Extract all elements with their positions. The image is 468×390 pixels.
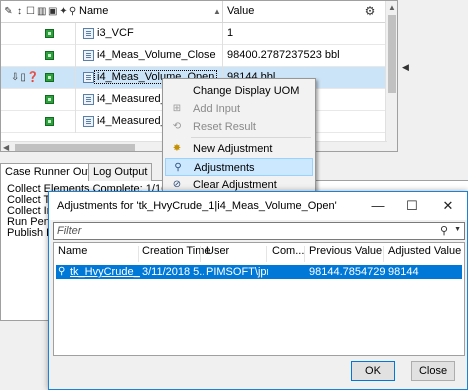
row-adjusted-value: 98144 xyxy=(388,266,419,278)
table-icon[interactable]: ▥ xyxy=(37,6,46,17)
side-panel: ◀ xyxy=(398,0,468,152)
column-header-previous-value[interactable]: Previous Value xyxy=(309,245,382,263)
chevron-down-icon[interactable]: ▼ xyxy=(454,226,461,233)
attribute-icon xyxy=(83,72,94,83)
gear-small-icon[interactable]: ✦ xyxy=(59,6,68,17)
menu-item-new-adjustment[interactable]: ✸ New Adjustment xyxy=(165,140,313,158)
row-user: PIMSOFT\jpra xyxy=(206,266,268,278)
row-name: i3_VCF xyxy=(97,27,134,39)
column-divider xyxy=(138,246,139,262)
filter-placeholder: Filter xyxy=(57,225,82,237)
filter-input[interactable]: Filter ⚲ ▼ xyxy=(53,222,465,240)
row-value: 1 xyxy=(227,27,234,39)
menu-item-reset-result[interactable]: ⟲ Reset Result xyxy=(165,118,313,136)
minimize-button[interactable]: — xyxy=(361,192,395,220)
row-value: 98400.2787237523 bbl xyxy=(227,49,340,61)
element-icon xyxy=(45,29,54,38)
menu-item-label: Adjustments xyxy=(194,162,255,174)
column-divider xyxy=(304,246,305,262)
menu-item-add-input[interactable]: ⊞ Add Input xyxy=(165,100,313,118)
collapse-arrow-icon[interactable]: ◀ xyxy=(402,62,409,73)
dialog-title-bar[interactable]: Adjustments for 'tk_HvyCrude_1|i4_Meas_V… xyxy=(49,192,467,220)
new-adjustment-icon: ✸ xyxy=(172,143,182,154)
grid-row[interactable]: i3_VCF 1 xyxy=(1,23,387,45)
clear-adjustment-icon: ⊘ xyxy=(172,179,182,190)
row-status-icons: ⇩▯❓ xyxy=(11,72,41,83)
column-header-name[interactable]: Name xyxy=(58,245,87,263)
adjustment-icon: ⚲ xyxy=(58,266,66,277)
row-name: i4_Meas_Volume_Close xyxy=(97,49,216,61)
close-window-button[interactable]: ✕ xyxy=(431,192,465,220)
adjustments-dialog: Adjustments for 'tk_HvyCrude_1|i4_Meas_V… xyxy=(48,191,468,390)
close-button[interactable]: Close xyxy=(411,361,455,381)
menu-item-label: Change Display UOM xyxy=(193,85,300,97)
attribute-icon xyxy=(83,94,94,105)
row-divider xyxy=(75,111,76,133)
menu-separator xyxy=(191,137,311,138)
element-icon xyxy=(45,51,54,60)
pencil-icon[interactable]: ✎ xyxy=(4,6,13,17)
element-icon xyxy=(45,117,54,126)
scroll-left-icon[interactable]: ◀ xyxy=(3,143,9,151)
column-divider xyxy=(383,246,384,262)
element-icon[interactable]: ▣ xyxy=(48,6,57,17)
sort-icon[interactable]: ↕ xyxy=(15,6,24,17)
sort-up-icon: ▲ xyxy=(213,7,221,16)
column-header-name[interactable]: Name xyxy=(79,5,108,17)
row-name: tk_HvyCrude_1... xyxy=(70,266,140,278)
grid-row[interactable]: i4_Meas_Volume_Close 98400.2787237523 bb… xyxy=(1,45,387,67)
column-divider xyxy=(266,246,267,262)
menu-item-label: Reset Result xyxy=(193,121,256,133)
row-previous-value: 98144.7854729... xyxy=(309,266,385,278)
row-divider xyxy=(75,89,76,111)
column-header-adjusted-value[interactable]: Adjusted Value xyxy=(388,245,461,263)
grid-header: ✎ ↕ ☐ ▥ ▣ ✦ ⚲ Name ▲ Value ⚙ xyxy=(1,1,397,23)
vertical-scrollbar[interactable]: ▲ xyxy=(385,1,397,151)
menu-item-label: Add Input xyxy=(193,103,241,115)
add-input-icon: ⊞ xyxy=(172,103,182,114)
menu-item-adjustments[interactable]: ⚲ Adjustments xyxy=(165,158,313,176)
search-icon[interactable]: ⚲ xyxy=(440,224,448,237)
column-header-user[interactable]: User xyxy=(206,245,229,263)
adjustments-icon: ⚲ xyxy=(174,162,182,173)
attribute-icon xyxy=(83,28,94,39)
scroll-thumb[interactable] xyxy=(388,15,396,93)
row-divider xyxy=(75,67,76,89)
reset-icon: ⟲ xyxy=(172,121,182,132)
settings-icon[interactable]: ⚙ xyxy=(363,5,377,17)
row-divider xyxy=(75,45,76,67)
column-divider xyxy=(200,246,201,262)
row-divider xyxy=(75,23,76,45)
ok-button[interactable]: OK xyxy=(351,361,395,381)
maximize-button[interactable]: ☐ xyxy=(395,192,429,220)
context-menu: Change Display UOM ⊞ Add Input ⟲ Reset R… xyxy=(162,78,316,192)
table-row[interactable]: ⚲ tk_HvyCrude_1... 3/11/2018 5... PIMSOF… xyxy=(56,265,462,279)
column-header-value[interactable]: Value xyxy=(227,5,254,17)
dialog-title: Adjustments for 'tk_HvyCrude_1|i4_Meas_V… xyxy=(57,200,337,212)
scroll-thumb[interactable] xyxy=(15,144,135,151)
menu-item-label: Clear Adjustment xyxy=(193,179,277,191)
scroll-up-icon[interactable]: ▲ xyxy=(388,3,396,13)
menu-item-change-display-uom[interactable]: Change Display UOM xyxy=(165,82,313,100)
column-header-comment[interactable]: Com... xyxy=(272,245,304,263)
row-divider xyxy=(222,23,223,45)
menu-item-label: New Adjustment xyxy=(193,143,273,155)
column-divider xyxy=(222,1,223,23)
attribute-icon xyxy=(83,50,94,61)
row-divider xyxy=(222,45,223,67)
tab-log-output[interactable]: Log Output xyxy=(88,163,153,181)
row-creation-time: 3/11/2018 5... xyxy=(142,266,204,278)
adjustments-list: Name Creation Time User Com... Previous … xyxy=(53,242,465,356)
checkbox-icon[interactable]: ☐ xyxy=(26,6,35,17)
element-icon xyxy=(45,73,54,82)
search-icon[interactable]: ⚲ xyxy=(68,6,77,17)
attribute-icon xyxy=(83,116,94,127)
element-icon xyxy=(45,95,54,104)
